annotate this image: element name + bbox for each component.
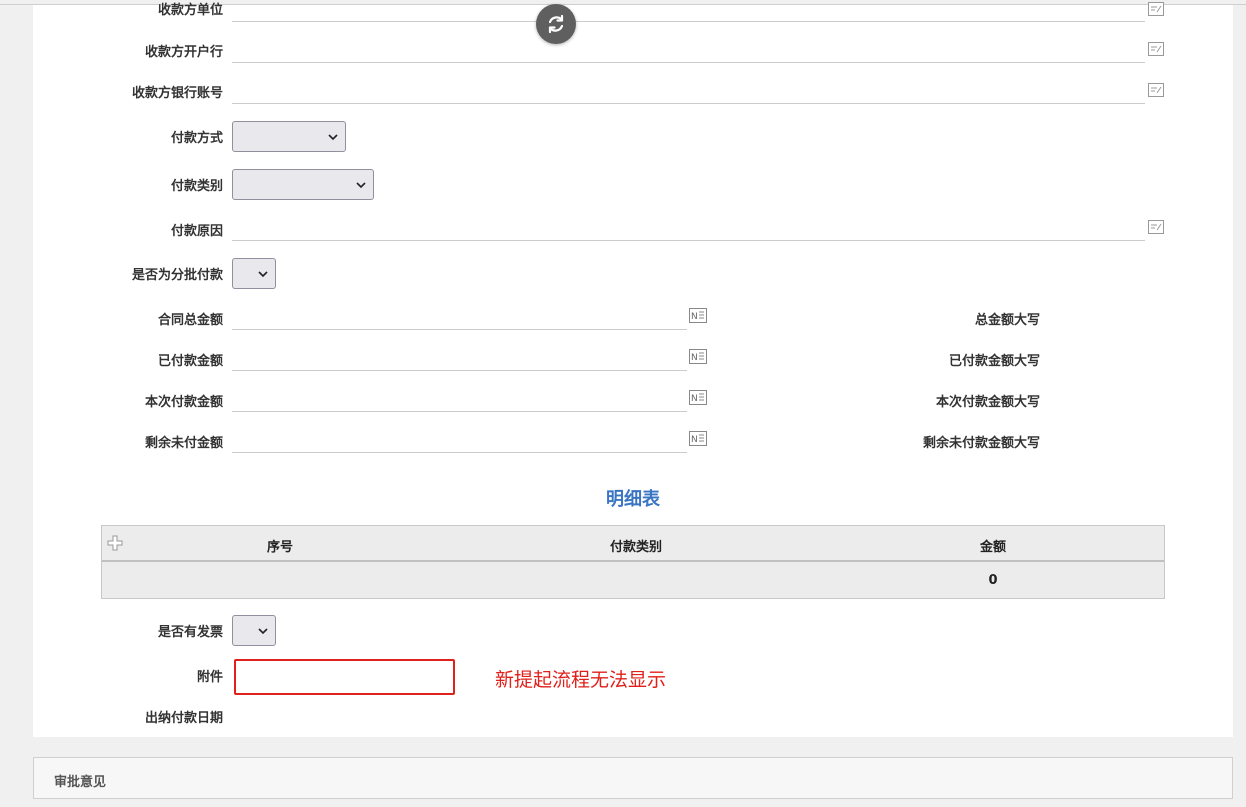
svg-text:N: N	[691, 353, 698, 363]
refresh-button[interactable]	[536, 4, 576, 44]
add-row-icon[interactable]	[107, 535, 123, 551]
svg-text:N: N	[691, 312, 698, 322]
number-format-icon[interactable]: N	[689, 390, 707, 405]
cashier-date-label: 出纳付款日期	[144, 711, 223, 726]
amount-total: 0	[988, 573, 998, 588]
paid-amount-label: 已付款金额	[157, 354, 223, 369]
chevron-down-icon	[356, 182, 366, 189]
column-header-amount: 金额	[979, 540, 1006, 555]
attachment-highlight-box[interactable]	[234, 659, 455, 695]
annotation-note: 新提起流程无法显示	[495, 669, 667, 691]
detail-table-header: 序号 付款类别 金额	[102, 526, 1164, 562]
current-payment-field[interactable]	[232, 392, 687, 412]
number-format-icon[interactable]: N	[689, 431, 707, 446]
edit-icon[interactable]	[1148, 220, 1164, 234]
remaining-upper-label: 剩余未付款金额大写	[922, 436, 1040, 451]
is-batch-select[interactable]	[232, 258, 276, 289]
edit-icon[interactable]	[1148, 2, 1164, 16]
payee-unit-label: 收款方单位	[157, 3, 223, 18]
chevron-down-icon	[258, 271, 268, 278]
paid-amount-field[interactable]	[232, 351, 687, 371]
detail-table-title: 明细表	[606, 489, 660, 510]
payment-category-label: 付款类别	[170, 179, 223, 194]
chevron-down-icon	[328, 134, 338, 141]
payment-reason-field[interactable]	[232, 221, 1145, 241]
form-panel: 收款方单位 收款方开户行 收款方银行账号 付款方式 付款类别 付款原因 是否为分…	[33, 2, 1233, 737]
has-invoice-label: 是否有发票	[157, 625, 223, 640]
contract-total-label: 合同总金额	[157, 313, 223, 328]
svg-text:N: N	[691, 435, 698, 445]
edit-icon[interactable]	[1148, 42, 1164, 56]
attachment-label: 附件	[196, 670, 223, 685]
refresh-icon	[548, 14, 564, 34]
approval-section[interactable]: 审批意见	[33, 757, 1233, 799]
payee-account-field[interactable]	[232, 84, 1145, 104]
payment-method-label: 付款方式	[170, 131, 223, 146]
remaining-label: 剩余未付金额	[144, 436, 223, 451]
current-upper-label: 本次付款金额大写	[935, 395, 1040, 410]
payee-account-label: 收款方银行账号	[131, 86, 223, 101]
column-header-category: 付款类别	[609, 540, 662, 555]
payee-bank-label: 收款方开户行	[144, 45, 223, 60]
payment-category-select[interactable]	[232, 169, 374, 200]
payment-method-select[interactable]	[232, 121, 346, 152]
payment-reason-label: 付款原因	[170, 224, 223, 239]
detail-table: 序号 付款类别 金额 0	[101, 525, 1165, 599]
total-upper-label: 总金额大写	[974, 313, 1040, 328]
is-batch-label: 是否为分批付款	[131, 268, 223, 283]
paid-upper-label: 已付款金额大写	[948, 354, 1040, 369]
approval-title: 审批意见	[54, 775, 107, 790]
svg-text:N: N	[691, 394, 698, 404]
remaining-field[interactable]	[232, 433, 687, 453]
number-format-icon[interactable]: N	[689, 308, 707, 323]
number-format-icon[interactable]: N	[689, 349, 707, 364]
contract-total-field[interactable]	[232, 310, 687, 330]
payee-unit-field[interactable]	[232, 2, 1145, 22]
column-header-index: 序号	[266, 540, 293, 555]
chevron-down-icon	[258, 628, 268, 635]
current-payment-label: 本次付款金额	[144, 395, 223, 410]
payee-bank-field[interactable]	[232, 43, 1145, 63]
edit-icon[interactable]	[1148, 83, 1164, 97]
has-invoice-select[interactable]	[232, 615, 276, 646]
